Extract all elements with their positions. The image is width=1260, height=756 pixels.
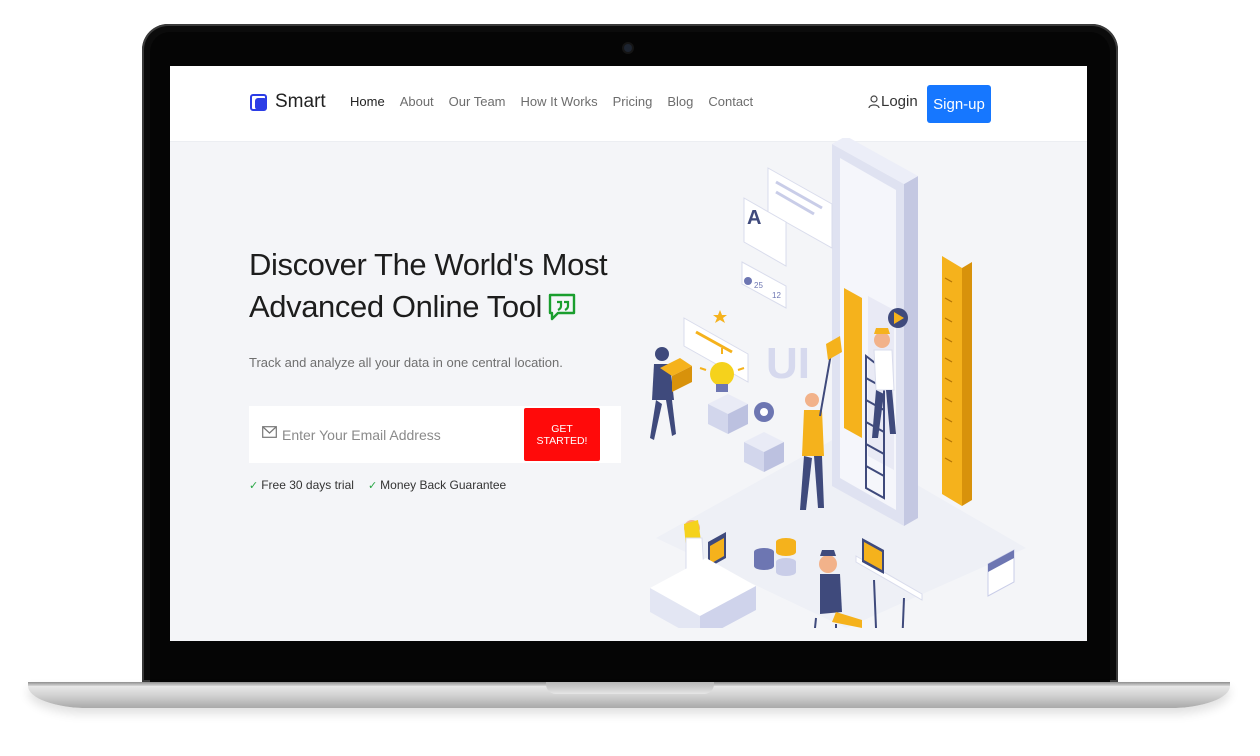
laptop-screen: Smart Home About Our Team How It Works P… — [170, 66, 1087, 641]
hero-subtitle: Track and analyze all your data in one c… — [249, 355, 563, 370]
feature-item: ✓ Money Back Guarantee — [368, 478, 506, 492]
check-icon: ✓ — [367, 479, 378, 492]
signup-button[interactable]: Sign-up — [927, 85, 991, 123]
mail-icon — [262, 426, 277, 438]
hero-title: Discover The World's Most Advanced Onlin… — [249, 244, 609, 328]
illustration-text-12: 12 — [772, 291, 781, 300]
camera-icon — [624, 44, 632, 52]
feature-label: Money Back Guarantee — [380, 478, 507, 492]
brand-logo-icon — [250, 92, 270, 112]
check-icon: ✓ — [249, 479, 259, 492]
hero-illustration: A 25 12 UI — [650, 138, 1026, 628]
nav-item-contact[interactable]: Contact — [708, 94, 753, 109]
nav-item-blog[interactable]: Blog — [667, 94, 693, 109]
feature-label: Free 30 days trial — [261, 478, 354, 492]
login-link[interactable]: Login — [868, 93, 918, 110]
nav-item-our-team[interactable]: Our Team — [449, 94, 506, 109]
user-icon — [868, 94, 880, 108]
nav-menu: Home About Our Team How It Works Pricing… — [350, 94, 768, 109]
quote-icon — [548, 293, 576, 321]
feature-item: ✓ Free 30 days trial — [249, 478, 354, 492]
brand[interactable]: Smart — [250, 91, 326, 113]
email-signup-form: GET STARTED! — [249, 406, 621, 463]
hero-title-line2: Advanced Online Tool — [249, 289, 543, 324]
get-started-button[interactable]: GET STARTED! — [524, 408, 600, 461]
nav-item-how-it-works[interactable]: How It Works — [521, 94, 598, 109]
navbar: Smart Home About Our Team How It Works P… — [170, 66, 1087, 142]
laptop-notch — [546, 682, 714, 694]
feature-list: ✓ Free 30 days trial ✓ Money Back Guaran… — [249, 478, 520, 492]
email-input[interactable] — [280, 422, 514, 448]
nav-item-about[interactable]: About — [400, 94, 434, 109]
nav-item-pricing[interactable]: Pricing — [613, 94, 653, 109]
illustration-text-ui: UI — [766, 339, 810, 388]
laptop-base — [28, 682, 1230, 708]
illustration-text-a: A — [747, 207, 761, 229]
illustration-text-25: 25 — [754, 281, 763, 290]
login-label: Login — [881, 93, 918, 110]
hero-title-line1: Discover The World's Most — [249, 247, 608, 282]
nav-item-home[interactable]: Home — [350, 94, 385, 109]
brand-name: Smart — [275, 91, 326, 112]
